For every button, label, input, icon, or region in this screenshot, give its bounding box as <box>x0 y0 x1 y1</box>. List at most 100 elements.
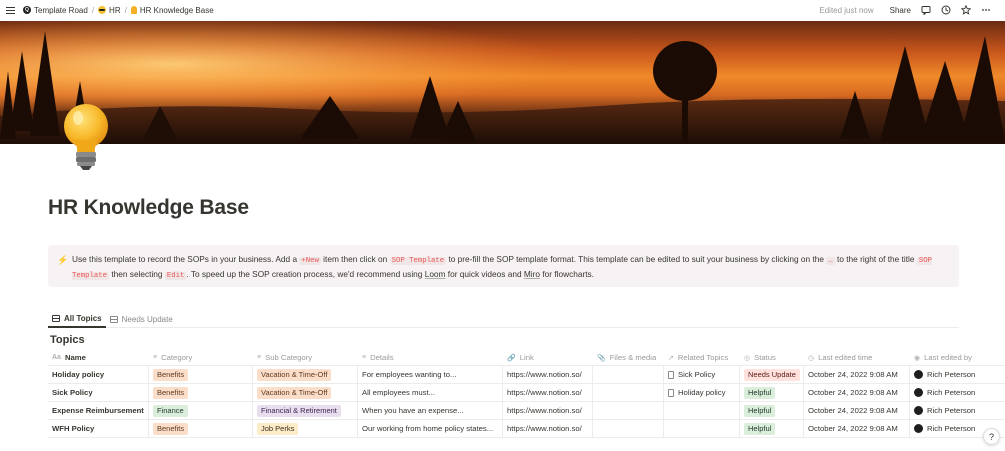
last-edited-time-cell: October 24, 2022 9:08 AM <box>804 366 910 383</box>
name-cell[interactable]: Holiday policy <box>48 366 149 383</box>
text-property-icon: ≡ <box>362 354 367 361</box>
column-header-last-edited-by[interactable]: ◉ Last edited by <box>910 350 1000 365</box>
breadcrumb-template-road[interactable]: Q Template Road <box>23 6 88 15</box>
table-header: Aa Name ≡ Category ≡ Sub Category ≡ Details … <box>48 350 1005 366</box>
category-cell[interactable]: Finance <box>149 402 253 419</box>
star-icon[interactable] <box>961 5 971 15</box>
text-property-icon: Aa <box>52 354 61 361</box>
related-cell[interactable]: Sick Policy <box>664 366 740 383</box>
link-icon: 🔗 <box>507 354 516 362</box>
help-button[interactable]: ? <box>983 428 1000 445</box>
sub-category-cell[interactable]: Job Perks <box>253 420 358 437</box>
files-cell[interactable] <box>593 402 664 419</box>
more-options-icon[interactable] <box>981 5 991 15</box>
sub-category-cell[interactable]: Vacation & Time-Off <box>253 384 358 401</box>
callout-block[interactable]: ⚡ Use this template to record the SOPs i… <box>48 245 959 287</box>
share-button[interactable]: Share <box>890 6 911 15</box>
lightning-icon: ⚡ <box>57 255 69 265</box>
status-cell[interactable]: Helpful <box>740 384 804 401</box>
link-cell[interactable]: https://www.notion.so/ <box>503 384 593 401</box>
relation-arrow-icon: ↗ <box>668 354 674 362</box>
category-tag: Benefits <box>153 368 189 381</box>
category-tag: Benefits <box>153 386 189 399</box>
top-bar-actions: Edited just now Share <box>819 0 991 20</box>
files-cell[interactable] <box>593 366 664 383</box>
link-cell[interactable]: https://www.notion.so/ <box>503 366 593 383</box>
category-tag: Finance <box>153 404 188 417</box>
column-header-link[interactable]: 🔗 Link <box>503 350 593 365</box>
name-cell[interactable]: Expense Reimbursement <box>48 402 149 419</box>
miro-link[interactable]: Miro <box>524 269 540 279</box>
related-cell[interactable] <box>664 402 740 419</box>
select-property-icon: ≡ <box>257 354 262 361</box>
last-edited-time-cell: October 24, 2022 9:08 AM <box>804 384 910 401</box>
lightbulb-page-icon[interactable] <box>58 102 114 172</box>
column-header-sub-category[interactable]: ≡ Sub Category <box>253 350 358 365</box>
details-cell[interactable]: For employees wanting to... <box>358 366 503 383</box>
files-cell[interactable] <box>593 384 664 401</box>
status-badge: Needs Update <box>744 368 800 381</box>
category-cell[interactable]: Benefits <box>149 384 253 401</box>
name-cell[interactable]: Sick Policy <box>48 384 149 401</box>
link-cell[interactable]: https://www.notion.so/ <box>503 402 593 419</box>
page-title[interactable]: HR Knowledge Base <box>48 196 249 220</box>
breadcrumb-hr-knowledge-base[interactable]: HR Knowledge Base <box>130 6 214 15</box>
column-header-details[interactable]: ≡ Details <box>358 350 503 365</box>
status-cell[interactable]: Helpful <box>740 420 804 437</box>
column-header-name[interactable]: Aa Name <box>48 350 149 365</box>
status-cell[interactable]: Needs Update <box>740 366 804 383</box>
status-badge: Helpful <box>744 386 776 399</box>
name-cell[interactable]: WFH Policy <box>48 420 149 437</box>
loom-link[interactable]: Loom <box>425 269 446 279</box>
clock-history-icon[interactable] <box>941 5 951 15</box>
column-header-status[interactable]: ◎ Status <box>740 350 804 365</box>
forest-sunset-cover <box>0 21 1005 144</box>
category-cell[interactable]: Benefits <box>149 420 253 437</box>
avatar <box>914 370 923 379</box>
column-header-category[interactable]: ≡ Category <box>149 350 253 365</box>
database-title[interactable]: Topics <box>50 334 85 346</box>
sub-category-cell[interactable]: Vacation & Time-Off <box>253 366 358 383</box>
related-cell[interactable] <box>664 420 740 437</box>
related-page-link[interactable]: Sick Policy <box>668 370 715 379</box>
last-edited-time-cell: October 24, 2022 9:08 AM <box>804 420 910 437</box>
column-header-related-topics[interactable]: ↗ Related Topics <box>664 350 740 365</box>
details-cell[interactable]: When you have an expense... <box>358 402 503 419</box>
comment-icon[interactable] <box>921 5 931 15</box>
details-cell[interactable]: Our working from home policy states... <box>358 420 503 437</box>
callout-text: Use this template to record the SOPs in … <box>72 254 932 280</box>
table-row[interactable]: Sick Policy Benefits Vacation & Time-Off… <box>48 384 1005 402</box>
page-icon <box>668 388 674 397</box>
status-icon: ◎ <box>744 354 751 362</box>
table-row[interactable]: Expense Reimbursement Finance Financial … <box>48 402 1005 420</box>
person-icon: ◉ <box>914 354 921 362</box>
related-cell[interactable]: Holiday policy <box>664 384 740 401</box>
clock-icon: ◷ <box>808 354 815 362</box>
last-edited-by-cell: Rich Peterson <box>910 384 1000 401</box>
sop-template-code: SOP Template <box>389 257 447 265</box>
last-edited-time-cell: October 24, 2022 9:08 AM <box>804 402 910 419</box>
avatar <box>914 406 923 415</box>
tab-all-topics[interactable]: All Topics <box>48 310 106 328</box>
dots-code: … <box>826 257 835 265</box>
menu-icon[interactable] <box>6 6 15 14</box>
category-cell[interactable]: Benefits <box>149 366 253 383</box>
edited-status: Edited just now <box>819 5 874 15</box>
breadcrumb-hr[interactable]: HR <box>98 6 121 15</box>
table-row[interactable]: WFH Policy Benefits Job Perks Our workin… <box>48 420 1005 438</box>
breadcrumb-separator: / <box>124 5 127 15</box>
status-cell[interactable]: Helpful <box>740 402 804 419</box>
paperclip-icon: 📎 <box>597 354 606 362</box>
tab-needs-update[interactable]: Needs Update <box>106 310 177 328</box>
lightbulb-icon <box>130 6 137 14</box>
table-row[interactable]: Holiday policy Benefits Vacation & Time-… <box>48 366 1005 384</box>
column-header-last-edited-time[interactable]: ◷ Last edited time <box>804 350 910 365</box>
link-cell[interactable]: https://www.notion.so/ <box>503 420 593 437</box>
details-cell[interactable]: All employees must... <box>358 384 503 401</box>
template-road-logo-icon: Q <box>23 6 31 14</box>
files-cell[interactable] <box>593 420 664 437</box>
sub-category-tag: Vacation & Time-Off <box>257 368 332 381</box>
related-page-link[interactable]: Holiday policy <box>668 388 725 397</box>
sub-category-cell[interactable]: Financial & Retirement <box>253 402 358 419</box>
column-header-files[interactable]: 📎 Files & media <box>593 350 664 365</box>
